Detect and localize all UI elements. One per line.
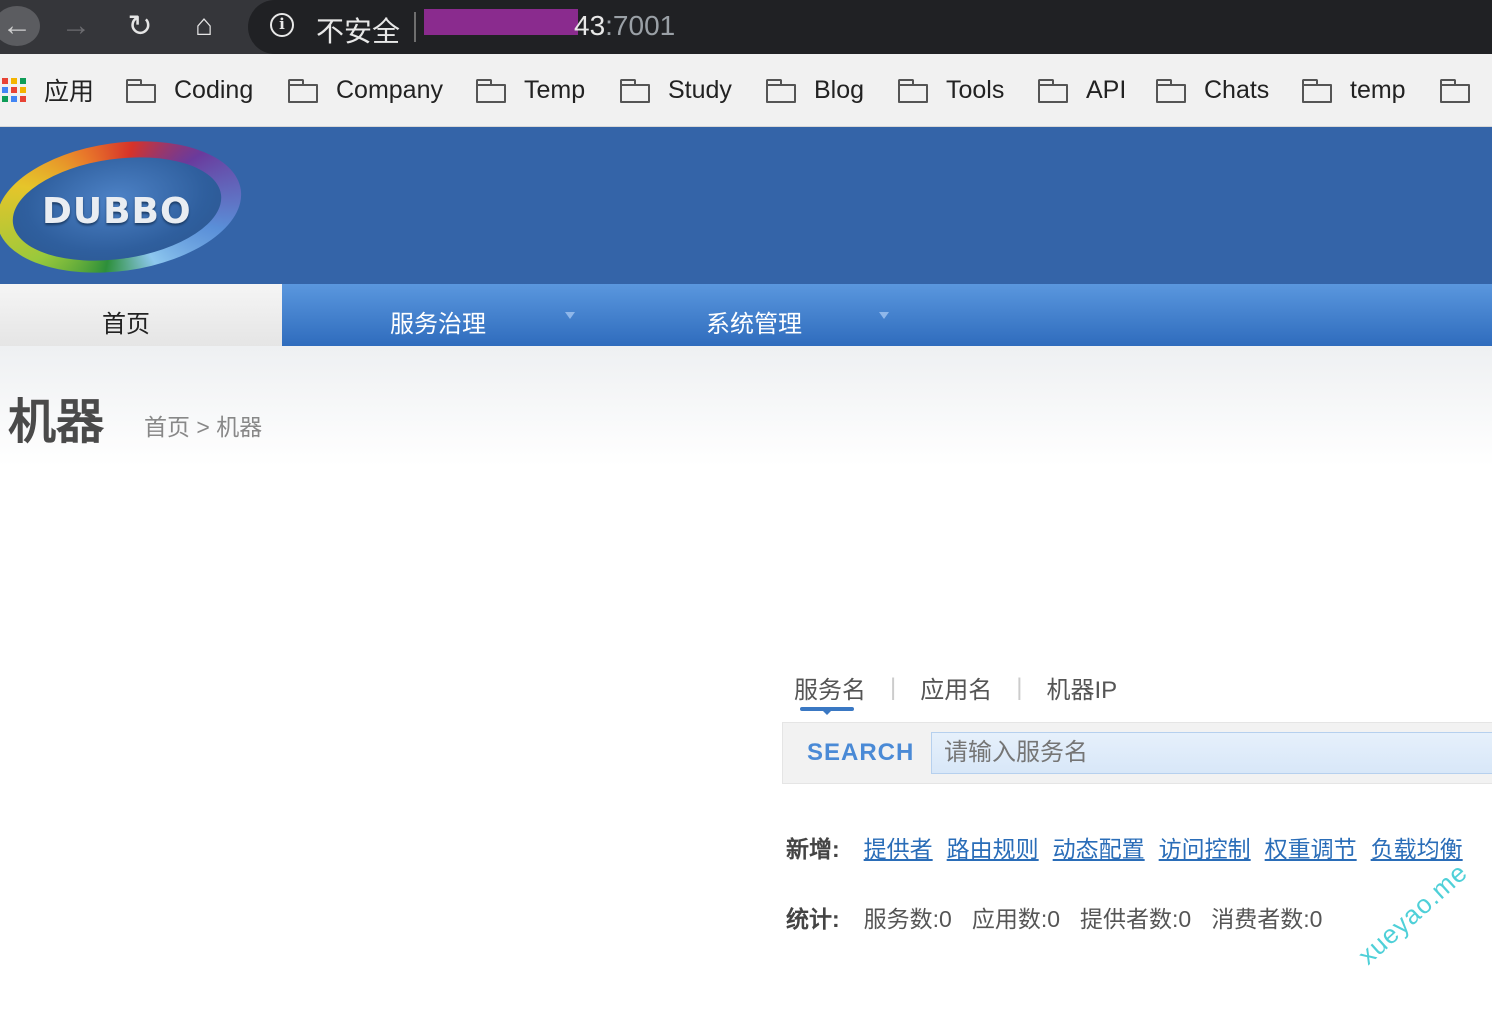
home-icon[interactable]: ⌂: [184, 6, 224, 46]
bookmark-temp-lower[interactable]: temp: [1302, 72, 1406, 108]
folder-icon: [1038, 79, 1068, 103]
chevron-down-icon[interactable]: [879, 312, 889, 319]
search-input[interactable]: [931, 732, 1492, 774]
folder-icon: [620, 79, 650, 103]
bookmark-label: temp: [1350, 75, 1406, 104]
logo-text: DUBBO: [42, 191, 192, 232]
tab-app-name[interactable]: 应用名: [920, 670, 992, 705]
folder-icon: [898, 79, 928, 103]
link-dynamic-config[interactable]: 动态配置: [1053, 830, 1145, 864]
folder-icon: [1440, 79, 1470, 103]
chevron-down-icon[interactable]: [565, 312, 575, 319]
bookmark-api[interactable]: API: [1038, 72, 1126, 108]
create-label: 新增:: [786, 836, 840, 862]
bookmark-chats[interactable]: Chats: [1156, 72, 1269, 108]
bookmark-coding[interactable]: Coding: [126, 72, 253, 108]
nav-home[interactable]: 首页: [0, 284, 282, 354]
bookmark-label: 应用: [44, 78, 95, 106]
bookmark-label: Temp: [524, 75, 586, 104]
bookmark-label: Tools: [946, 75, 1005, 104]
page-title: 机器: [8, 396, 105, 449]
search-box: SEARCH: [782, 722, 1492, 784]
redacted-host: [424, 9, 578, 35]
tab-divider: |: [890, 673, 897, 701]
bookmark-label: API: [1086, 75, 1127, 104]
search-button[interactable]: SEARCH: [807, 739, 914, 767]
active-tab-notch: [822, 710, 832, 715]
tab-service-name[interactable]: 服务名: [794, 670, 866, 705]
reload-icon[interactable]: ↻: [120, 6, 160, 46]
security-label[interactable]: 不安全: [316, 10, 400, 50]
page-header: 机器 首页 > 机器: [0, 346, 1492, 466]
link-route-rule[interactable]: 路由规则: [947, 830, 1039, 864]
apps-grid-icon: [2, 78, 26, 102]
info-icon[interactable]: i: [270, 13, 294, 37]
bookmark-label: Study: [668, 75, 732, 104]
link-access-control[interactable]: 访问控制: [1159, 830, 1251, 864]
tab-machine-ip[interactable]: 机器IP: [1046, 670, 1117, 705]
nav-service-governance[interactable]: 服务治理: [390, 304, 486, 339]
link-weight-adjust[interactable]: 权重调节: [1265, 830, 1357, 864]
bookmark-overflow[interactable]: [1440, 72, 1488, 108]
forward-arrow-icon[interactable]: →: [56, 6, 96, 46]
bookmark-label: Coding: [174, 75, 254, 104]
bookmark-company[interactable]: Company: [288, 72, 443, 108]
stats-label: 统计:: [786, 906, 840, 932]
folder-icon: [766, 79, 796, 103]
address-divider: [414, 12, 416, 42]
stats-row: 统计: 服务数:0 应用数:0 提供者数:0 消费者数:0: [786, 900, 1342, 934]
nav-system-management[interactable]: 系统管理: [706, 304, 802, 339]
stat-services: 服务数:0: [863, 906, 952, 932]
dubbo-logo[interactable]: DUBBO: [0, 126, 260, 288]
url-host-fragment: 43: [574, 10, 606, 41]
folder-icon: [476, 79, 506, 103]
folder-icon: [1302, 79, 1332, 103]
bookmark-blog[interactable]: Blog: [766, 72, 864, 108]
bookmark-label: Blog: [814, 75, 865, 104]
nav-home-label: 首页: [102, 311, 150, 338]
bookmark-study[interactable]: Study: [620, 72, 732, 108]
browser-toolbar: ← → ↻ ⌂ i 不安全 43:7001: [0, 0, 1492, 54]
url-port: :7001: [605, 10, 676, 41]
watermark: xueyao.me: [1352, 856, 1474, 971]
back-arrow-icon[interactable]: ←: [0, 6, 40, 46]
address-bar[interactable]: i 不安全 43:7001: [248, 0, 1492, 54]
folder-icon: [288, 79, 318, 103]
url-text[interactable]: 43:7001: [574, 10, 675, 42]
folder-icon: [126, 79, 156, 103]
link-provider[interactable]: 提供者: [864, 830, 933, 864]
create-links: 新增: 提供者 路由规则 动态配置 访问控制 权重调节 负载均衡: [786, 830, 1477, 864]
app-header: DUBBO: [0, 126, 1492, 288]
bookmark-apps[interactable]: 应用: [2, 72, 94, 108]
search-tabs: 服务名 | 应用名 | 机器IP: [794, 670, 1117, 705]
bookmarks-bar: 应用 Coding Company Temp Study Blog Tools …: [0, 54, 1492, 127]
breadcrumb[interactable]: 首页 > 机器: [144, 408, 262, 442]
bookmark-label: Company: [336, 75, 443, 104]
main-nav: 首页 服务治理 系统管理: [0, 284, 1492, 354]
stat-consumers: 消费者数:0: [1211, 906, 1323, 932]
folder-icon: [1156, 79, 1186, 103]
stat-applications: 应用数:0: [971, 906, 1061, 932]
bookmark-tools[interactable]: Tools: [898, 72, 1004, 108]
bookmark-label: Chats: [1204, 75, 1270, 104]
stat-providers: 提供者数:0: [1080, 906, 1192, 932]
tab-divider: |: [1016, 673, 1023, 701]
bookmark-temp[interactable]: Temp: [476, 72, 585, 108]
